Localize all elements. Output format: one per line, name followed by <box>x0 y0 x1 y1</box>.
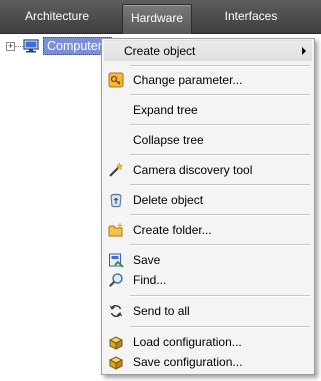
menu-item-create-object[interactable]: Create object <box>104 40 312 61</box>
menu-item-label: Load configuration... <box>133 335 242 349</box>
tab-interfaces[interactable]: Interfaces <box>196 0 306 32</box>
box-icon <box>108 356 124 370</box>
menu-separator <box>130 65 310 67</box>
tab-architecture[interactable]: Architecture <box>0 0 114 32</box>
menu-item-save[interactable]: Save <box>104 250 312 270</box>
menu-item-find[interactable]: Find... <box>104 270 312 290</box>
menu-separator <box>130 94 310 96</box>
tab-strip: Architecture Hardware Interfaces <box>0 0 321 34</box>
menu-item-label: Collapse tree <box>133 133 204 147</box>
menu-item-label: Save configuration... <box>133 355 243 369</box>
menu-item-label: Find... <box>133 273 167 287</box>
magic-wand-icon <box>109 162 124 177</box>
menu-item-expand-tree[interactable]: Expand tree <box>104 100 312 120</box>
context-menu: Create object Change parameter... Expand… <box>101 38 315 375</box>
menu-item-change-parameter[interactable]: Change parameter... <box>104 70 312 90</box>
menu-item-create-folder[interactable]: Create folder... <box>104 220 312 240</box>
key-icon <box>108 72 124 88</box>
app-window: Architecture Hardware Interfaces + Compu… <box>0 0 321 381</box>
submenu-arrow-icon <box>302 47 306 55</box>
recycle-bin-icon <box>110 193 122 208</box>
menu-separator <box>130 124 310 126</box>
menu-separator <box>130 154 310 156</box>
tab-hardware[interactable]: Hardware <box>122 4 192 34</box>
menu-separator <box>130 295 310 297</box>
new-folder-icon <box>108 222 123 237</box>
menu-item-delete-object[interactable]: Delete object <box>104 190 312 210</box>
menu-separator <box>130 184 310 186</box>
menu-item-label: Create object <box>124 44 196 58</box>
menu-item-load-configuration[interactable]: Load configuration... <box>104 332 312 352</box>
refresh-arrows-icon <box>109 305 123 317</box>
magnifier-icon <box>109 273 123 287</box>
menu-item-label: Change parameter... <box>133 73 243 87</box>
menu-item-collapse-tree[interactable]: Collapse tree <box>104 130 312 150</box>
menu-item-send-to-all[interactable]: Send to all <box>104 301 312 321</box>
menu-item-label: Create folder... <box>133 223 212 237</box>
save-icon <box>109 253 124 268</box>
tree-connector-line <box>15 46 23 47</box>
menu-item-label: Save <box>133 253 161 267</box>
menu-separator <box>130 244 310 246</box>
menu-item-save-configuration[interactable]: Save configuration... <box>104 352 312 372</box>
computer-icon <box>23 39 39 53</box>
menu-separator <box>130 214 310 216</box>
menu-item-label: Expand tree <box>133 103 198 117</box>
box-icon <box>108 336 124 350</box>
menu-separator <box>130 326 310 328</box>
menu-item-label: Delete object <box>133 193 204 207</box>
menu-item-label: Camera discovery tool <box>133 163 253 177</box>
expand-toggle[interactable]: + <box>6 42 15 51</box>
menu-item-camera-discovery-tool[interactable]: Camera discovery tool <box>104 160 312 180</box>
menu-item-label: Send to all <box>133 304 190 318</box>
